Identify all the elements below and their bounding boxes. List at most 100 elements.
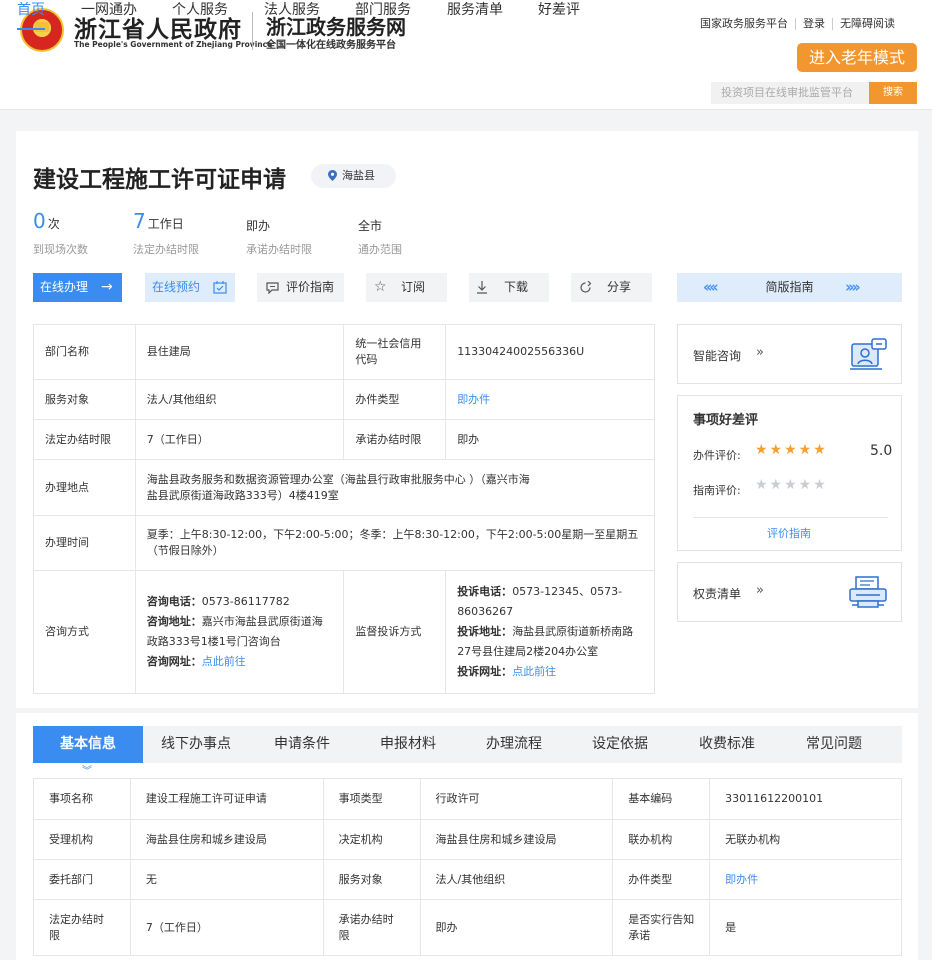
consult-web-link[interactable]: 点此前往: [202, 655, 246, 668]
stat-legal-limit-label: 法定办结时限: [133, 243, 199, 256]
nav-corporate[interactable]: 法人服务: [264, 0, 320, 30]
search-button[interactable]: 搜索: [869, 82, 917, 104]
table-row: 委托部门 无 服务对象 法人/其他组织 办件类型 即办件: [33, 859, 902, 900]
elder-mode-button[interactable]: 进入老年模式: [797, 43, 917, 72]
share-button[interactable]: 分享: [571, 273, 652, 302]
rights-list-label: 权责清单: [693, 587, 742, 601]
dept-value: 县住建局: [134, 324, 345, 380]
comment-icon: [266, 282, 279, 294]
link-accessibility[interactable]: 无障碍阅读: [832, 18, 902, 30]
table-row: 法定办结时限 7（工作日） 承诺办结时限 即办: [33, 419, 655, 460]
stat-scope-label: 通办范围: [358, 243, 402, 256]
review-divider: [693, 517, 888, 518]
customer-service-icon: [850, 338, 887, 370]
location-badge: 海盐县: [311, 164, 396, 188]
rights-list-box[interactable]: 权责清单 »: [677, 562, 902, 622]
location-pin-icon: [328, 170, 337, 181]
table-row: 办理地点 海盐县政务服务和数据资源管理办公室（海盐县行政审批服务中心 ）（嘉兴市…: [33, 459, 656, 516]
search-input[interactable]: 投资项目在线审批监管平台: [711, 82, 869, 104]
subscribe-button[interactable]: ☆ 订阅: [366, 273, 447, 302]
legal-limit-label: 法定办结时限: [33, 419, 136, 460]
download-button[interactable]: 下载: [469, 273, 549, 302]
stat-promise-label: 承诺办结时限: [246, 243, 312, 256]
link-national-platform[interactable]: 国家政务服务平台: [693, 18, 795, 30]
promise-limit-label: 承诺办结时限: [343, 419, 447, 460]
online-apply-button[interactable]: 在线办理 →: [33, 273, 122, 302]
table-row: 办理时间 夏季：上午8:30-12:00，下午2:00-5:00；冬季：上午8:…: [33, 515, 656, 571]
location-text: 海盐县: [342, 169, 375, 182]
top-links: 国家政务服务平台 登录 无障碍阅读: [693, 18, 902, 30]
type-value-link[interactable]: 即办件: [445, 379, 655, 420]
simple-guide-button[interactable]: ‹‹‹‹ 简版指南 ››››: [677, 273, 902, 302]
dept-label: 部门名称: [33, 324, 136, 380]
legal-limit-value: 7（工作日）: [134, 419, 345, 460]
star-icon: ★★★★★: [755, 442, 828, 458]
handle-rating-stars: ★★★★★: [755, 442, 828, 458]
smart-consult-box[interactable]: 智能咨询 »: [677, 324, 902, 384]
tab-materials[interactable]: 申报材料: [355, 726, 461, 763]
review-box: 事项好差评 办件评价: ★★★★★ 5.0 指南评价: ★★★★★ 评价指南: [677, 395, 902, 551]
review-title: 事项好差评: [693, 413, 759, 428]
evaluate-guide-button[interactable]: 评价指南: [257, 273, 344, 302]
tab-offline-points[interactable]: 线下办事点: [143, 726, 249, 763]
complain-web-link[interactable]: 点此前往: [512, 665, 556, 678]
table-row: 服务对象 法人/其他组织 办件类型 即办件: [33, 379, 655, 420]
site-subtitle: 全国一体化在线政务服务平台: [266, 40, 396, 51]
tab-bar: 基本信息 线下办事点 申请条件 申报材料 办理流程 设定依据 收费标准 常见问题: [33, 726, 902, 763]
guide-rating-stars[interactable]: ★★★★★: [755, 477, 828, 493]
table-row: 咨询方式 咨询电话：0573-86117782 咨询地址：嘉兴市海盐县武原街道海…: [33, 570, 655, 694]
nav-review[interactable]: 好差评: [538, 0, 580, 30]
gov-name-en: The People's Government of Zhejiang Prov…: [74, 40, 273, 49]
link-login[interactable]: 登录: [795, 18, 832, 30]
info-table: 部门名称 县住建局 统一社会信用代码 11330424002556336U 服务…: [33, 324, 656, 694]
address-value: 海盐县政务服务和数据资源管理办公室（海盐县行政审批服务中心 ）（嘉兴市海盐县武原…: [134, 459, 656, 516]
nav-one-stop[interactable]: 一网通办: [81, 0, 137, 30]
tab-conditions[interactable]: 申请条件: [249, 726, 355, 763]
table-row: 部门名称 县住建局 统一社会信用代码 11330424002556336U: [33, 324, 655, 380]
chevron-right-icon: »: [756, 583, 764, 598]
share-icon: [580, 281, 592, 293]
consult-details: 咨询电话：0573-86117782 咨询地址：嘉兴市海盐县武原街道海政路333…: [134, 570, 345, 694]
review-guide-link[interactable]: 评价指南: [767, 525, 811, 541]
tab-basic-info[interactable]: 基本信息: [33, 726, 143, 763]
arrow-right-icon: →: [101, 279, 113, 295]
nav-service-list[interactable]: 服务清单: [447, 0, 503, 30]
double-chevron-left-icon: ‹‹‹‹: [703, 278, 719, 296]
chevron-right-icon: »: [756, 345, 764, 360]
complain-label: 监督投诉方式: [343, 570, 447, 694]
stat-visits: 0次: [33, 209, 60, 233]
stat-visits-label: 到现场次数: [33, 243, 88, 256]
stat-legal-limit: 7 工作日: [133, 209, 184, 233]
handle-type-link[interactable]: 即办件: [709, 859, 902, 900]
complain-details: 投诉电话：0573-12345、0573-86036267 投诉地址：海盐县武原…: [445, 570, 655, 694]
typewriter-icon: [849, 576, 887, 608]
nav-department[interactable]: 部门服务: [355, 0, 411, 30]
tab-process[interactable]: 办理流程: [461, 726, 567, 763]
star-outline-icon: ☆: [374, 279, 387, 295]
tab-basis[interactable]: 设定依据: [567, 726, 673, 763]
page-title: 建设工程施工许可证申请: [33, 167, 286, 193]
type-label: 办件类型: [343, 379, 447, 420]
logo-divider: [252, 12, 253, 50]
stat-scope: 全市: [358, 219, 383, 233]
guide-rating-label: 指南评价:: [693, 484, 741, 497]
nav-home[interactable]: 首页: [17, 0, 45, 30]
target-label: 服务对象: [33, 379, 136, 420]
tab-faq[interactable]: 常见问题: [781, 726, 887, 763]
download-icon: [477, 281, 487, 294]
basic-info-table: 事项名称 建设工程施工许可证申请 事项类型 行政许可 基本编码 33011612…: [33, 778, 902, 956]
nav-personal[interactable]: 个人服务: [172, 0, 228, 30]
site-header: 浙江省人民政府 The People's Government of Zheji…: [0, 0, 932, 110]
table-row: 法定办结时限 7（工作日） 承诺办结时限 即办 是否实行告知承诺 是: [33, 899, 902, 956]
promise-limit-value: 即办: [445, 419, 655, 460]
target-value: 法人/其他组织: [134, 379, 345, 420]
chevron-down-icon: ︾: [82, 766, 92, 777]
double-chevron-right-icon: ››››: [845, 278, 861, 296]
consult-label: 咨询方式: [33, 570, 136, 694]
time-value: 夏季：上午8:30-12:00，下午2:00-5:00；冬季：上午8:30-12…: [134, 515, 656, 571]
table-row: 受理机构 海盐县住房和城乡建设局 决定机构 海盐县住房和城乡建设局 联办机构 无…: [33, 819, 902, 860]
star-outline-icon: ★★★★★: [755, 477, 828, 493]
table-row: 事项名称 建设工程施工许可证申请 事项类型 行政许可 基本编码 33011612…: [33, 778, 902, 820]
online-reserve-button[interactable]: 在线预约: [145, 273, 235, 302]
tab-fees[interactable]: 收费标准: [673, 726, 781, 763]
